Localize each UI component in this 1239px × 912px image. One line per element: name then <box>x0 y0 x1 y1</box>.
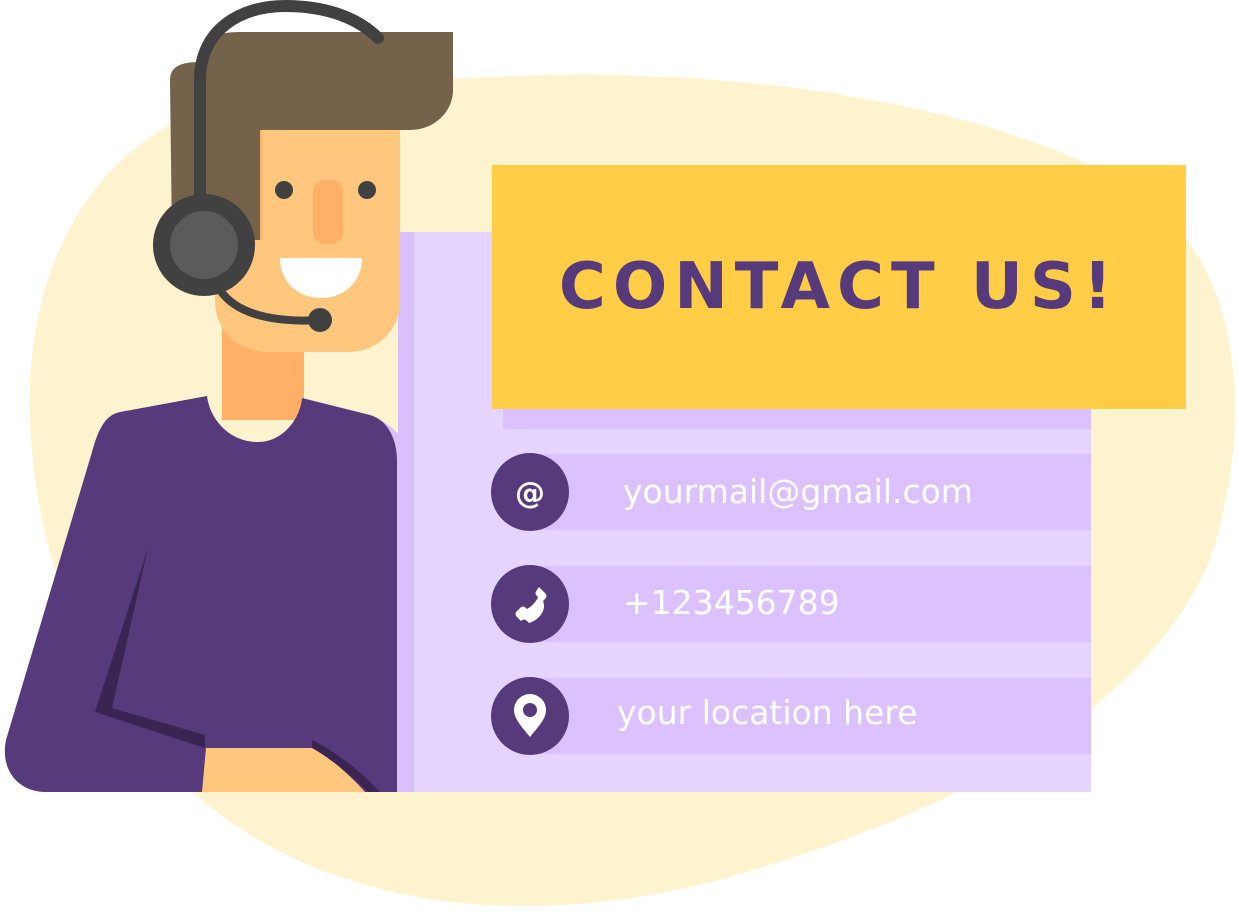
at-sign-icon: @ <box>515 476 545 511</box>
contact-illustration: @ <box>4 0 1235 907</box>
contact-us-title: CONTACT US! <box>558 250 1120 324</box>
location-icon-badge[interactable] <box>491 677 569 755</box>
email-icon-badge[interactable]: @ <box>491 453 569 531</box>
email-text[interactable]: yourmail@gmail.com <box>623 475 973 508</box>
location-text[interactable]: your location here <box>617 696 917 729</box>
phone-icon-badge[interactable] <box>491 565 569 643</box>
banner-underline <box>503 409 1091 429</box>
phone-text[interactable]: +123456789 <box>623 586 840 619</box>
